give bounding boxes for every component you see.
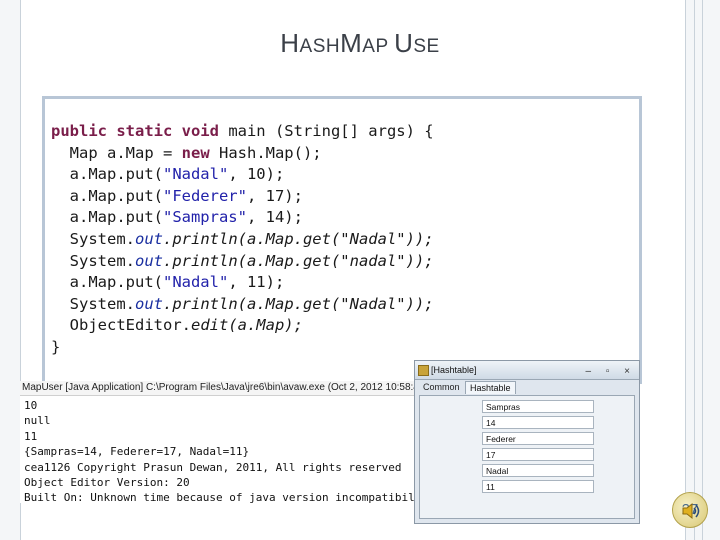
console-panel: MapUser [Java Application] C:\Program Fi… [20,381,462,506]
title-part: U [394,28,414,58]
code-text: , 17); [246,186,303,205]
code-text: , 14); [246,208,303,227]
slide-title: HASHMAP USE [0,28,720,59]
console-line: Object Editor Version: 20 [24,476,190,490]
code-listing: public static void main (String[] args) … [51,121,434,359]
code-box: public static void main (String[] args) … [42,96,642,384]
tab-hashtable[interactable]: Hashtable [465,381,516,394]
code-text: System. [51,251,135,270]
code-string: "Federer" [162,186,247,205]
code-keyword: new [181,143,210,162]
code-text: System. [51,229,135,248]
title-part: SE [413,36,440,57]
hashtable-key-field[interactable]: Sampras [482,400,594,413]
hashtable-key-field[interactable]: Federer [482,432,594,445]
code-text: Hash.Map(); [209,143,322,162]
hashtable-panel: Sampras 14 Federer 17 Nadal 11 [419,395,635,519]
hashtable-value-field[interactable]: 14 [482,416,594,429]
code-field: out [135,251,163,270]
code-text: .println(a.Map.get("nadal")); [163,251,434,270]
tab-bar: Common Hashtable [415,380,639,394]
code-text: a.Map.put( [51,165,163,184]
console-line: cea1126 Copyright Prasun Dewan, 2011, Al… [24,460,402,474]
code-text: main (String[] args) { [218,122,434,140]
code-field: out [135,229,163,248]
window-titlebar[interactable]: [Hashtable] – ▫ × [415,361,639,380]
tab-common[interactable]: Common [419,381,464,393]
code-string: "Nadal" [162,273,229,292]
code-text: a.Map.put( [51,186,163,205]
console-output: 10 null 11 {Sampras=14, Federer=17, Nada… [20,396,462,506]
hashtable-value-field[interactable]: 17 [482,448,594,461]
code-string: "Nadal" [162,165,229,184]
console-line: 11 [24,429,38,443]
title-part: AP [362,36,395,57]
code-field: out [135,294,163,313]
hashtable-key-field[interactable]: Nadal [482,464,594,477]
code-text: edit(a.Map); [190,316,303,335]
code-text: System. [51,294,135,313]
code-text: .println(a.Map.get("Nadal")); [163,229,434,248]
code-text: ObjectEditor. [51,316,191,335]
code-text: } [51,337,61,356]
console-line: {Sampras=14, Federer=17, Nadal=11} [24,445,250,459]
slide-left-border [0,0,21,540]
hashtable-value-field[interactable]: 11 [482,480,594,493]
title-part: M [340,28,363,58]
code-text: , 11); [228,273,285,292]
window-title: [Hashtable] [431,365,477,375]
slide-right-border [685,0,720,540]
title-part: H [280,28,300,58]
console-header: MapUser [Java Application] C:\Program Fi… [20,381,462,396]
code-text: Map a.Map = [51,143,182,162]
code-text: a.Map.put( [51,208,163,227]
code-string: "Sampras" [162,208,247,227]
code-text: .println(a.Map.get("Nadal")); [163,294,434,313]
hashtable-window[interactable]: [Hashtable] – ▫ × Common Hashtable Sampr… [414,360,640,524]
java-app-icon [418,365,429,376]
code-text: a.Map.put( [51,273,163,292]
code-keyword: public static void [51,122,219,140]
console-line: Built On: Unknown time because of java v… [24,491,435,505]
code-text: , 10); [228,165,285,184]
console-line: 10 [24,399,38,412]
speaker-icon[interactable] [680,500,702,522]
title-part: ASH [299,36,341,57]
console-line: null [24,414,51,428]
window-controls[interactable]: – ▫ × [585,363,636,381]
